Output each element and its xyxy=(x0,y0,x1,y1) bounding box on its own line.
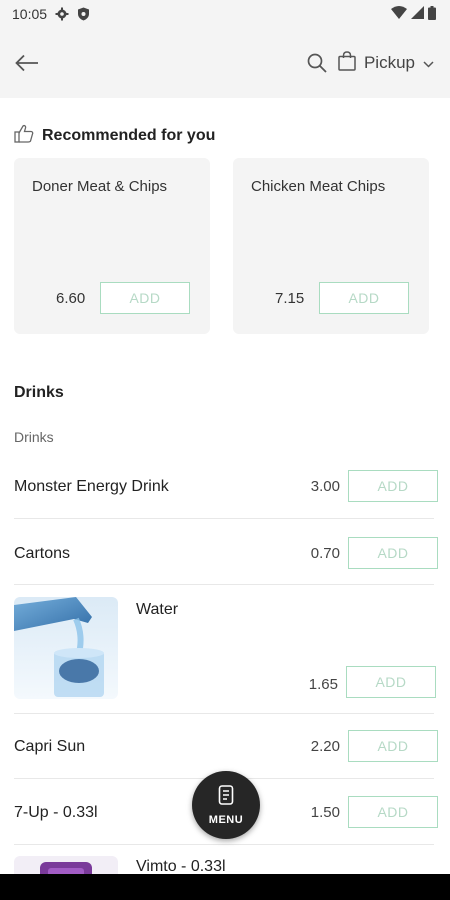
item-price: 1.50 xyxy=(310,804,340,821)
add-button[interactable]: ADD xyxy=(348,730,438,762)
status-time: 10:05 xyxy=(12,6,48,22)
thumbs-up-icon xyxy=(14,124,34,148)
divider xyxy=(14,584,434,585)
cell-signal-icon xyxy=(411,6,424,22)
divider xyxy=(14,713,434,714)
recommended-item-price: 7.15 xyxy=(275,290,305,307)
status-bar: 10:05 xyxy=(0,0,450,28)
recommended-card[interactable]: Chicken Meat Chips 7.15 ADD xyxy=(233,158,429,334)
add-button[interactable]: ADD xyxy=(100,282,190,314)
shield-icon xyxy=(77,7,90,21)
menu-label: MENU xyxy=(208,813,244,826)
pickup-dropdown[interactable]: Pickup xyxy=(338,50,434,76)
add-button[interactable]: ADD xyxy=(346,666,436,698)
recommended-item-name: Doner Meat & Chips xyxy=(32,178,168,195)
divider xyxy=(14,518,434,519)
recommended-item-price: 6.60 xyxy=(56,290,86,307)
list-item[interactable]: Cartons 0.70 ADD xyxy=(14,537,438,571)
item-name: Monster Energy Drink xyxy=(14,478,169,495)
recommended-card[interactable]: Doner Meat & Chips 6.60 ADD xyxy=(14,158,210,334)
recommended-header: Recommended for you xyxy=(14,124,215,148)
item-price: 1.65 xyxy=(308,676,338,693)
item-price: 3.00 xyxy=(310,478,340,495)
list-item[interactable]: Capri Sun 2.20 ADD xyxy=(14,730,438,764)
battery-icon xyxy=(428,5,436,23)
pickup-label: Pickup xyxy=(363,53,415,72)
item-name: 7-Up - 0.33l xyxy=(14,804,98,821)
list-item[interactable]: Monster Energy Drink 3.00 ADD xyxy=(14,470,438,504)
item-name: Cartons xyxy=(14,545,71,562)
app-bar: Pickup xyxy=(0,28,450,98)
add-button[interactable]: ADD xyxy=(319,282,409,314)
item-name: Water xyxy=(136,601,179,618)
add-button[interactable]: ADD xyxy=(348,537,438,569)
settings-gear-icon xyxy=(55,7,69,21)
section-title: Drinks xyxy=(14,384,64,401)
add-button[interactable]: ADD xyxy=(348,470,438,502)
shopping-bag-icon xyxy=(338,50,356,76)
recommended-item-name: Chicken Meat Chips xyxy=(251,178,386,195)
item-price: 2.20 xyxy=(310,738,340,755)
system-nav-bar xyxy=(0,874,450,900)
wifi-icon xyxy=(391,6,407,22)
list-item[interactable]: Water 1.65 ADD xyxy=(14,597,438,703)
recommended-title: Recommended for you xyxy=(42,127,216,144)
section-subtitle: Drinks xyxy=(14,429,54,445)
menu-book-icon xyxy=(218,784,234,810)
divider xyxy=(14,844,434,845)
add-button[interactable]: ADD xyxy=(348,796,438,828)
search-icon[interactable] xyxy=(302,48,332,78)
back-arrow-icon[interactable] xyxy=(10,46,44,80)
chevron-down-icon xyxy=(423,53,434,73)
item-price: 0.70 xyxy=(310,545,340,562)
menu-button[interactable]: MENU xyxy=(192,771,260,839)
item-name: Capri Sun xyxy=(14,738,86,755)
list-item[interactable]: Vimto - 0.33l xyxy=(14,858,438,875)
